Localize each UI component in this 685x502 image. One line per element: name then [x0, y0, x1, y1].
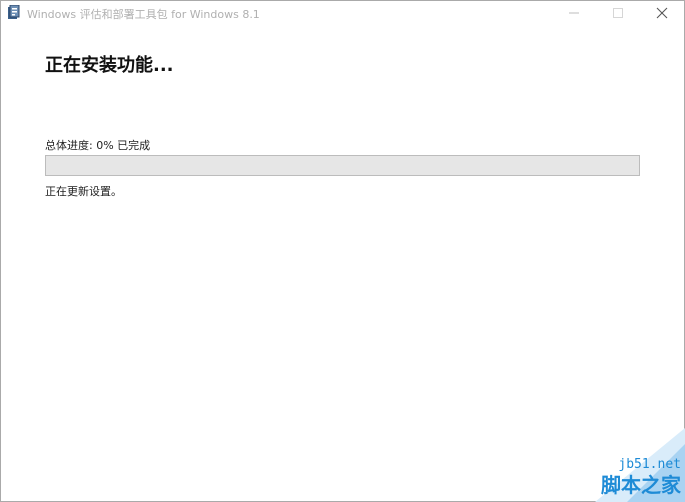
status-text: 正在更新设置。 — [45, 185, 122, 198]
title-bar[interactable]: Windows 评估和部署工具包 for Windows 8.1 — [1, 1, 684, 25]
installer-window: Windows 评估和部署工具包 for Windows 8.1 正在安装功能.… — [0, 0, 685, 502]
close-button[interactable] — [640, 1, 684, 25]
progress-label: 总体进度: 0% 已完成 — [45, 139, 151, 152]
maximize-icon — [613, 8, 623, 18]
maximize-button[interactable] — [596, 1, 640, 25]
close-icon — [656, 7, 668, 19]
progress-bar — [45, 155, 640, 176]
minimize-button[interactable] — [552, 1, 596, 25]
minimize-icon — [569, 12, 579, 14]
window-title: Windows 评估和部署工具包 for Windows 8.1 — [27, 8, 260, 21]
setup-package-icon — [7, 4, 21, 20]
page-title: 正在安装功能... — [45, 55, 174, 76]
